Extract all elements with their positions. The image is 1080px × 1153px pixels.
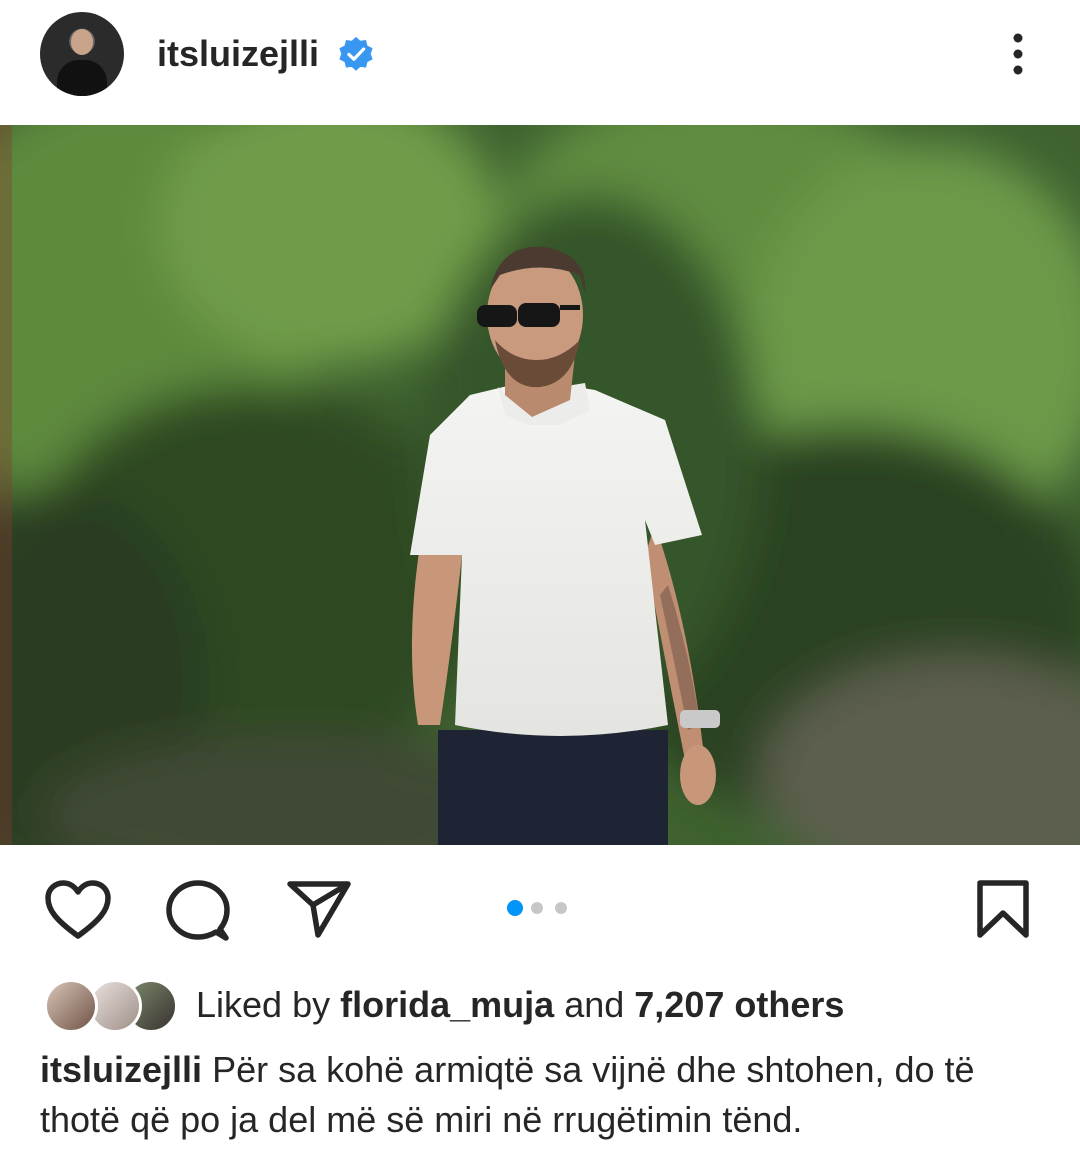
caption-username[interactable]: itsluizejlli xyxy=(40,1049,202,1090)
liker-avatar[interactable] xyxy=(44,979,98,1033)
post-username[interactable]: itsluizejlli xyxy=(157,30,319,78)
avatar-head xyxy=(71,29,93,55)
likes-count[interactable]: 7,207 others xyxy=(634,984,844,1025)
profile-avatar[interactable] xyxy=(40,12,124,96)
liker-username[interactable]: florida_muja xyxy=(340,984,554,1025)
likes-row: Liked by florida_muja and 7,207 others xyxy=(0,975,1080,1035)
more-vertical-icon[interactable] xyxy=(1000,28,1036,80)
carousel-dot-active xyxy=(507,900,523,916)
post-caption: itsluizejlli Për sa kohë armiqtë sa vijn… xyxy=(40,1045,1040,1145)
bookmark-icon[interactable] xyxy=(975,879,1031,939)
avatar-body xyxy=(57,60,107,96)
carousel-dot xyxy=(531,902,543,914)
post-photo[interactable] xyxy=(0,125,1080,845)
send-icon[interactable] xyxy=(286,879,352,939)
heart-icon[interactable] xyxy=(44,879,112,941)
comment-icon[interactable] xyxy=(165,879,231,945)
post-header: itsluizejlli xyxy=(0,0,1080,125)
likes-text[interactable]: Liked by florida_muja and 7,207 others xyxy=(196,983,844,1027)
verified-badge-icon xyxy=(339,36,373,71)
photo-background xyxy=(0,125,1080,845)
likes-connector: and xyxy=(564,984,625,1025)
likes-prefix: Liked by xyxy=(196,984,331,1025)
carousel-dot xyxy=(555,902,567,914)
